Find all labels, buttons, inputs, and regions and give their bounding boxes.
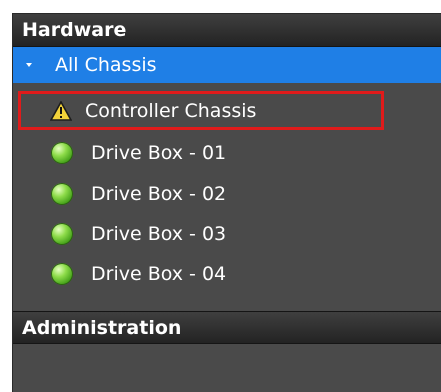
tree-item-drive-box-03[interactable]: Drive Box - 03 bbox=[13, 214, 441, 254]
green-status-icon bbox=[51, 223, 73, 245]
drive-box-04-label: Drive Box - 04 bbox=[91, 263, 227, 285]
green-status-icon bbox=[51, 263, 73, 285]
drive-box-01-label: Drive Box - 01 bbox=[91, 142, 227, 164]
hardware-section-header[interactable]: Hardware bbox=[13, 14, 441, 47]
expand-collapse-arrow-icon[interactable] bbox=[26, 63, 32, 67]
administration-content-area bbox=[13, 344, 441, 392]
tree-item-drive-box-01[interactable]: Drive Box - 01 bbox=[13, 133, 441, 173]
tree-item-drive-box-02[interactable]: Drive Box - 02 bbox=[13, 174, 441, 214]
navigation-panel: Hardware All Chassis Controller Chassis … bbox=[12, 13, 441, 392]
all-chassis-label: All Chassis bbox=[55, 54, 157, 76]
warning-triangle-icon bbox=[50, 101, 72, 121]
green-status-icon bbox=[51, 142, 73, 164]
controller-chassis-label: Controller Chassis bbox=[85, 100, 257, 122]
administration-section-header[interactable]: Administration bbox=[13, 311, 441, 344]
screenshot-frame: Hardware All Chassis Controller Chassis … bbox=[0, 0, 441, 392]
tree-item-drive-box-04[interactable]: Drive Box - 04 bbox=[13, 254, 441, 294]
drive-box-03-label: Drive Box - 03 bbox=[91, 223, 227, 245]
green-status-icon bbox=[51, 183, 73, 205]
tree-item-controller-chassis[interactable]: Controller Chassis bbox=[13, 91, 441, 131]
drive-box-02-label: Drive Box - 02 bbox=[91, 183, 227, 205]
all-chassis-tree-node[interactable]: All Chassis bbox=[13, 47, 441, 83]
